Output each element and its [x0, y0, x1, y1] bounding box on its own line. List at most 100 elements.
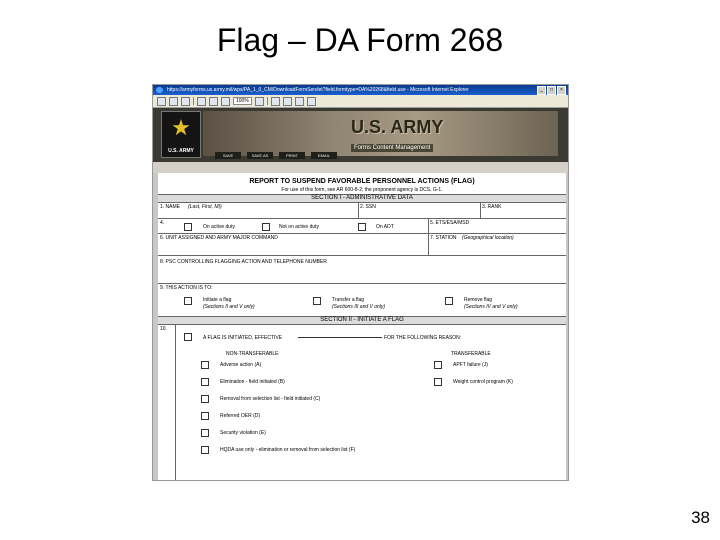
item-10-label: 10. — [160, 326, 167, 332]
initiate-flag-hint: (Sections II and V only) — [203, 304, 255, 310]
minimize-button[interactable]: _ — [537, 86, 546, 95]
psc-label: 8. PSC CONTROLLING FLAGGING ACTION AND T… — [160, 259, 327, 265]
brand-title: U.S. ARMY — [351, 117, 444, 137]
form-subtitle: For use of this form, see AR 600-8-2; th… — [281, 187, 443, 193]
station-field[interactable] — [430, 242, 562, 252]
divider — [158, 255, 566, 256]
name-label: 1. NAME — [160, 204, 181, 210]
station-hint: (Geographical location) — [462, 235, 514, 241]
reason-d-label: Referred OER (D) — [220, 413, 261, 419]
zoom-input[interactable]: 100% — [233, 97, 252, 105]
section-2-header: SECTION II - INITIATE A FLAG — [158, 316, 566, 324]
browser-titlebar: https://armyforms.us.army.mil/wps/PA_1_0… — [153, 85, 568, 95]
initiate-flag-checkbox[interactable] — [184, 297, 192, 305]
non-transferable-label: NON-TRANSFERABLE — [226, 351, 279, 357]
zoom-out-icon[interactable] — [254, 96, 264, 106]
item-4-label: 4. — [160, 220, 165, 226]
form-title: REPORT TO SUSPEND FAVORABLE PERSONNEL AC… — [249, 178, 475, 185]
transfer-flag-label: Transfer a flag — [332, 297, 365, 303]
slide-title: Flag – DA Form 268 — [216, 22, 504, 58]
divider — [158, 218, 566, 219]
station-label: 7. STATION — [430, 235, 457, 241]
unit-label: 6. UNIT ASSIGNED AND ARMY MAJOR COMMAND — [160, 235, 278, 241]
psc-field[interactable] — [160, 266, 562, 280]
transferable-label: TRANSFERABLE — [451, 351, 491, 357]
name-field[interactable] — [160, 211, 356, 217]
print-button[interactable]: PRINT — [279, 152, 305, 159]
reason-d-checkbox[interactable] — [201, 412, 209, 420]
reason-a-checkbox[interactable] — [201, 361, 209, 369]
divider — [428, 218, 429, 233]
fit-page-icon[interactable] — [270, 96, 280, 106]
reason-f-label: HQDA use only - elimination or removal f… — [220, 447, 356, 453]
divider — [158, 283, 566, 284]
reason-k-checkbox[interactable] — [434, 378, 442, 386]
reason-b-label: Elimination - field initiated (B) — [220, 379, 285, 385]
remove-flag-checkbox[interactable] — [445, 297, 453, 305]
divider — [480, 202, 481, 218]
reason-e-label: Security violation (E) — [220, 430, 266, 436]
reason-a-label: Adverse action (A) — [220, 362, 262, 368]
star-icon: ★ — [171, 115, 191, 140]
unit-field[interactable] — [160, 242, 424, 252]
reason-j-checkbox[interactable] — [434, 361, 442, 369]
email-button[interactable]: EMAIL — [311, 152, 337, 159]
not-active-duty-label: Not on active duty — [279, 224, 320, 230]
reason-b-checkbox[interactable] — [201, 378, 209, 386]
divider — [428, 233, 429, 255]
action-label: 9. THIS ACTION IS TO: — [160, 285, 213, 291]
reason-j-label: APFT failure (J) — [453, 362, 488, 368]
active-duty-checkbox[interactable] — [184, 223, 192, 231]
brand-subtitle: Forms Content Management — [351, 144, 434, 152]
search-icon[interactable] — [294, 96, 304, 106]
transfer-flag-checkbox[interactable] — [313, 297, 321, 305]
remove-flag-hint: (Sections IV and V only) — [464, 304, 518, 310]
following-reason-label: FOR THE FOLLOWING REASON: — [384, 335, 462, 341]
ets-field[interactable] — [430, 226, 562, 232]
initiate-flag-label: Initiate a flag — [203, 297, 232, 303]
flag-initiated-checkbox[interactable] — [184, 333, 192, 341]
forms-banner: ★ U.S. ARMY U.S. ARMY Forms Content Mana… — [153, 108, 568, 162]
save-icon[interactable] — [157, 96, 166, 106]
divider — [358, 202, 359, 218]
active-duty-label: On active duty — [203, 224, 235, 230]
select-tool-icon[interactable] — [209, 96, 218, 106]
save-button[interactable]: SAVE — [215, 152, 241, 159]
toolbar-divider — [266, 97, 268, 105]
rank-label: 3. RANK — [482, 204, 502, 210]
divider — [175, 324, 176, 480]
save-as-button[interactable]: SAVE AS — [247, 152, 273, 159]
window-title: https://armyforms.us.army.mil/wps/PA_1_0… — [167, 87, 469, 93]
browser-window: https://armyforms.us.army.mil/wps/PA_1_0… — [152, 84, 569, 481]
transfer-flag-hint: (Sections III and V only) — [332, 304, 386, 310]
effective-date-field[interactable] — [298, 337, 382, 338]
da-form-268: REPORT TO SUSPEND FAVORABLE PERSONNEL AC… — [158, 173, 566, 480]
section-1-header: SECTION I - ADMINISTRATIVE DATA — [158, 194, 566, 202]
print-icon[interactable] — [169, 96, 178, 106]
ie-icon — [156, 87, 163, 93]
email-icon[interactable] — [181, 96, 190, 106]
pdf-toolbar: 100% — [153, 95, 568, 108]
document-viewport[interactable]: REPORT TO SUSPEND FAVORABLE PERSONNEL AC… — [153, 173, 568, 480]
reason-e-checkbox[interactable] — [201, 429, 209, 437]
toolbar-divider — [193, 97, 194, 105]
maximize-button[interactable]: □ — [547, 86, 556, 95]
slide-number: 38 — [691, 508, 710, 527]
reason-c-checkbox[interactable] — [201, 395, 209, 403]
adt-checkbox[interactable] — [358, 223, 366, 231]
close-button[interactable]: × — [557, 86, 566, 95]
rank-field[interactable] — [482, 211, 562, 217]
flag-effective-label: A FLAG IS INITIATED, EFFECTIVE — [203, 335, 283, 341]
army-logo: ★ U.S. ARMY — [161, 111, 201, 158]
reason-f-checkbox[interactable] — [201, 446, 209, 454]
divider — [158, 202, 566, 203]
hand-tool-icon[interactable] — [197, 96, 206, 106]
fit-width-icon[interactable] — [282, 96, 292, 106]
divider — [158, 233, 566, 234]
ssn-label: 2. SSN — [360, 204, 376, 210]
reason-k-label: Weight control program (K) — [453, 379, 513, 385]
help-icon[interactable] — [306, 96, 316, 106]
zoom-in-icon[interactable] — [221, 96, 230, 106]
ssn-field[interactable] — [360, 211, 478, 217]
not-active-duty-checkbox[interactable] — [262, 223, 270, 231]
